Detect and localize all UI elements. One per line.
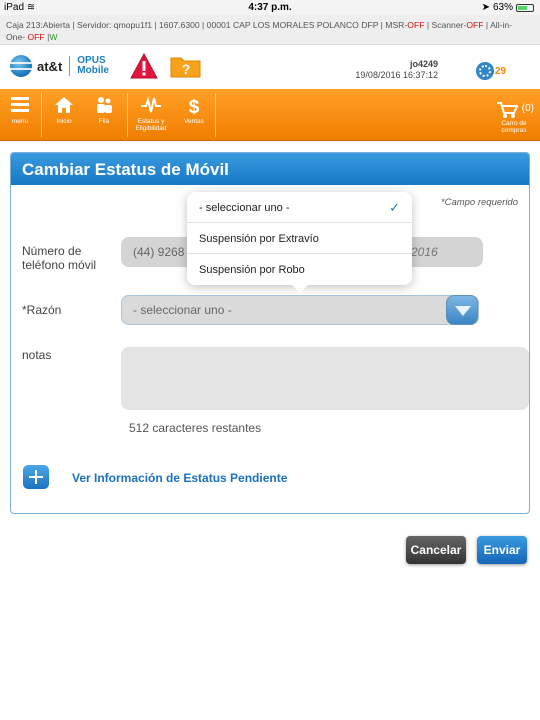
nav-home[interactable]: Inicio [44,89,84,141]
att-globe-icon [10,55,32,77]
notification-button[interactable]: 29 [476,62,506,80]
dropdown-option[interactable]: Suspensión por Extravío [187,223,412,254]
nav-status-eligibility[interactable]: Estatus y Eligibilidad [130,89,172,141]
product-name: OPUS Mobile [77,55,109,76]
cart-label: Carro de compras [501,120,527,134]
cancel-button[interactable]: Cancelar [406,536,466,564]
send-button[interactable]: Enviar [477,536,527,564]
home-icon [55,97,73,113]
msr-status: OFF [407,20,425,30]
alert-icon[interactable] [130,53,158,79]
session-info-bar: Caja 213:Abierta | Servidor: qmopu1f1 | … [0,15,540,45]
username: jo4249 [409,59,438,69]
panel-title: Cambiar Estatus de Móvil [11,153,529,185]
att-opus-logo[interactable]: at&t OPUS Mobile [10,55,109,77]
status-right: ➤ 63% [482,2,534,13]
w-status: W [49,32,58,42]
cart-count: (0) [521,103,534,114]
nav-divider [215,93,216,137]
notification-icon [476,62,494,80]
reason-label: *Razón [22,303,62,317]
nav-menu-label: menu [11,118,29,125]
dollar-icon: $ [189,97,200,116]
dropdown-option[interactable]: Suspensión por Robo [187,254,412,285]
allinone-label: | All-in- [483,20,513,30]
battery-percent: 63% [492,2,513,13]
notes-label: notas [22,348,52,362]
notes-textarea[interactable] [121,347,529,410]
cart-icon [497,102,518,118]
nav-queue[interactable]: Fila [84,89,124,141]
plus-icon[interactable] [23,465,49,489]
menu-icon [11,97,29,112]
nav-divider [41,93,42,137]
nav-sales[interactable]: $ Ventas [174,89,214,141]
location-icon: ➤ [481,2,490,13]
reason-dropdown-popover: - seleccionar uno - ✓ Suspensión por Ext… [187,192,412,293]
nav-queue-label: Fila [98,118,110,125]
dropdown-option-label: Suspensión por Robo [199,264,305,276]
battery-icon [516,3,534,12]
logo-divider [69,56,71,76]
scanner-status: OFF [466,20,484,30]
shopping-cart-button[interactable]: (0) Carro de compras [494,89,534,141]
allinone-status: OFF [27,32,45,42]
scanner-label: | Scanner- [424,20,467,30]
chevron-down-icon[interactable] [446,295,478,325]
reason-select[interactable]: - seleccionar uno - [121,295,479,325]
phone-value: (44) 9268 [133,245,185,259]
pulse-icon [141,96,161,113]
dropdown-option-label: Suspensión por Extravío [199,233,319,245]
dropdown-option-label: - seleccionar uno - [199,202,290,214]
nav-status-label: Estatus y Eligibilidad [135,118,167,132]
characters-remaining: 512 caracteres restantes [129,421,262,435]
user-info: jo4249 19/08/2016 16:37:12 [340,59,438,81]
folder-alert-icon[interactable]: ? [170,54,202,78]
main-nav: menu Inicio Fila Estatus y Eligibilidad … [0,89,540,141]
svg-text:$: $ [189,97,200,116]
reason-selected-value: - seleccionar uno - [133,303,232,317]
allinone-prefix: One- [6,32,28,42]
checkmark-icon: ✓ [389,200,400,215]
required-note: *Campo requerido [440,197,518,208]
session-datetime: 19/08/2016 16:37:12 [355,70,438,80]
brand-name: at&t [37,58,63,74]
svg-text:?: ? [182,61,191,77]
phone-label: Número de teléfono móvil [22,244,97,272]
dropdown-option[interactable]: - seleccionar uno - ✓ [187,192,412,223]
nav-sales-label: Ventas [184,118,204,125]
notification-count: 29 [495,65,507,77]
battery-fill [518,5,527,10]
clock: 4:37 p.m. [248,2,292,13]
session-info-text: Caja 213:Abierta | Servidor: qmopu1f1 | … [6,20,408,30]
nav-home-label: Inicio [56,118,72,125]
pending-status-link[interactable]: Ver Información de Estatus Pendiente [72,471,287,485]
nav-menu[interactable]: menu [0,89,40,141]
app-header: at&t OPUS Mobile ? jo4249 19/08/2016 16:3… [0,45,540,89]
queue-icon [97,97,112,113]
nav-divider [127,93,128,137]
ios-status-bar: iPad ≋ 4:37 p.m. ➤ 63% [0,0,540,15]
